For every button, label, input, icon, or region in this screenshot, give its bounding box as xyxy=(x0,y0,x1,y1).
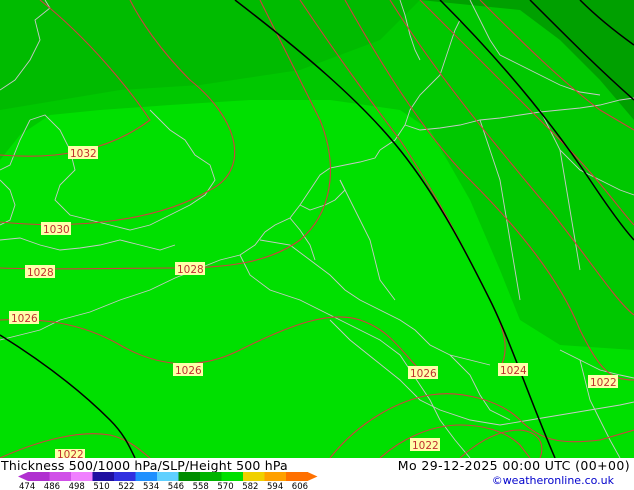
svg-text:1032: 1032 xyxy=(70,148,97,160)
legend-tick-label: 486 xyxy=(44,482,60,490)
legend-color-swatch xyxy=(28,472,50,481)
credit-link[interactable]: ©weatheronline.co.uk xyxy=(492,474,614,487)
svg-text:1026: 1026 xyxy=(410,368,437,380)
map-footer: Thickness 500/1000 hPa/SLP/Height 500 hP… xyxy=(0,458,634,490)
legend-tick-label: 594 xyxy=(267,482,283,490)
legend-color-swatch xyxy=(71,472,93,481)
isobar-label-1026-east: 1026 xyxy=(408,366,438,380)
map-datetime: Mo 29-12-2025 00:00 UTC (00+00) xyxy=(397,458,630,473)
legend-tick-label: 582 xyxy=(242,482,258,490)
legend-color-swatch xyxy=(157,472,179,481)
legend-tick-label: 510 xyxy=(93,482,109,490)
legend-color-swatch xyxy=(243,472,265,481)
isobar-label-1028-west: 1028 xyxy=(25,265,55,279)
weather-map: 1032 1030 1028 1028 1026 1026 1026 1024 … xyxy=(0,0,634,458)
legend-tick-label: 522 xyxy=(118,482,134,490)
isobar-label-1022-southwest: 1022 xyxy=(55,449,85,458)
svg-text:1028: 1028 xyxy=(177,264,204,276)
isobar-label-1028-center: 1028 xyxy=(175,262,205,276)
legend-color-bar xyxy=(18,472,318,481)
isobar-label-1024: 1024 xyxy=(498,363,528,377)
legend-color-swatch xyxy=(264,472,287,481)
svg-text:1028: 1028 xyxy=(27,267,54,279)
svg-text:1030: 1030 xyxy=(43,224,70,236)
legend-tick-label: 498 xyxy=(69,482,85,490)
legend-color-swatch xyxy=(221,472,244,481)
svg-text:1022: 1022 xyxy=(57,449,84,458)
color-legend: 474 486 498 510 522 534 546 558 570 582 594 606 xyxy=(18,472,318,490)
legend-color-swatch xyxy=(114,472,136,481)
legend-tick-labels: 474 486 498 510 522 534 546 558 570 582 594 606 xyxy=(19,482,308,490)
legend-color-swatch xyxy=(92,472,115,481)
legend-color-swatch xyxy=(49,472,72,481)
isobar-label-1026-west: 1026 xyxy=(9,311,39,325)
legend-tick-label: 558 xyxy=(193,482,209,490)
isobar-label-1022-east: 1022 xyxy=(588,375,618,389)
legend-color-swatch xyxy=(286,472,308,481)
legend-tick-label: 474 xyxy=(19,482,35,490)
legend-arrow-right xyxy=(307,472,318,481)
legend-color-swatch xyxy=(178,472,201,481)
legend-color-swatch xyxy=(200,472,222,481)
isobar-label-1022-south: 1022 xyxy=(410,438,440,452)
legend-arrow-left xyxy=(18,472,28,481)
svg-text:1024: 1024 xyxy=(500,365,527,377)
legend-tick-label: 546 xyxy=(168,482,184,490)
svg-text:1026: 1026 xyxy=(11,313,38,325)
isobar-label-1026-center: 1026 xyxy=(173,363,203,377)
legend-tick-label: 606 xyxy=(292,482,308,490)
svg-text:1026: 1026 xyxy=(175,365,202,377)
isobar-label-1030: 1030 xyxy=(41,222,71,236)
svg-text:1022: 1022 xyxy=(412,440,439,452)
isobar-label-1032: 1032 xyxy=(68,146,98,160)
legend-color-swatch xyxy=(135,472,158,481)
legend-tick-label: 534 xyxy=(143,482,159,490)
svg-text:1022: 1022 xyxy=(590,377,617,389)
legend-tick-label: 570 xyxy=(217,482,233,490)
